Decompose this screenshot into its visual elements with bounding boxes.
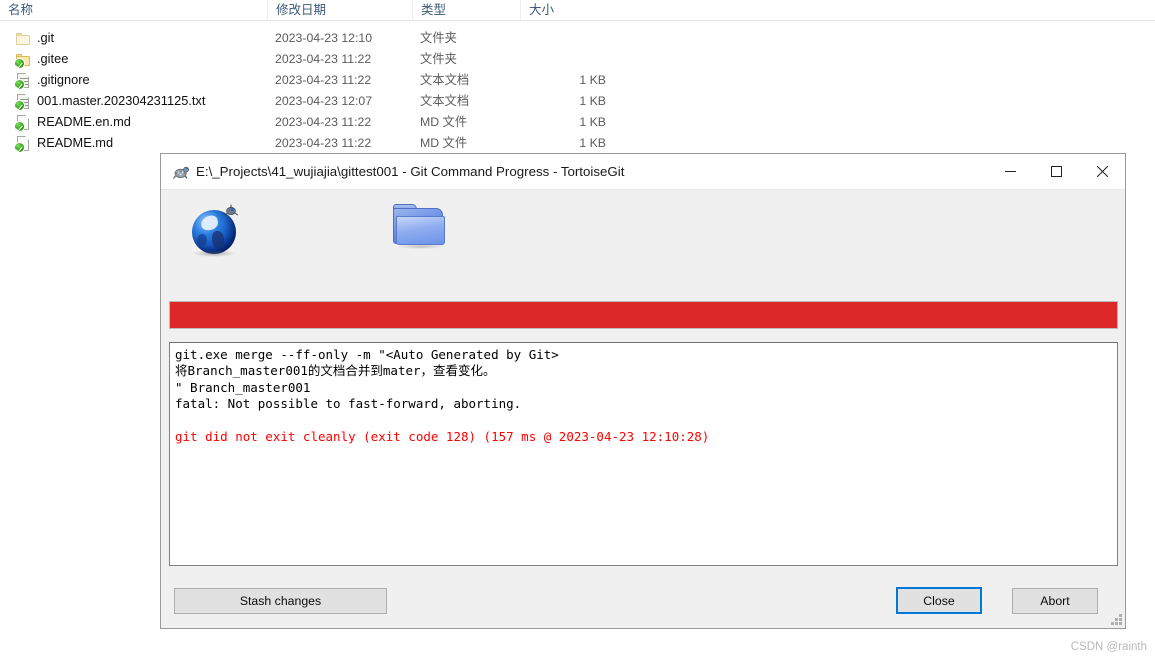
- file-type: 文件夹: [420, 52, 457, 66]
- globe-satellite-icon: [188, 200, 246, 258]
- file-date: 2023-04-23 12:07: [275, 94, 373, 108]
- log-line: git.exe merge --ff-only -m "<Auto Genera…: [175, 347, 559, 362]
- progress-bar: [169, 301, 1118, 329]
- log-line: 将Branch_master001的文档合并到mater，查看变化。: [175, 363, 496, 379]
- file-size: 1 KB: [579, 115, 606, 129]
- file-size: [520, 49, 606, 70]
- green-check-icon: [14, 121, 25, 132]
- file-name: README.en.md: [37, 114, 131, 129]
- file-name: .gitee: [37, 51, 69, 66]
- close-button[interactable]: [1079, 154, 1125, 189]
- md-file-icon: [14, 136, 31, 153]
- file-date: 2023-04-23 11:22: [275, 52, 372, 66]
- column-header-size[interactable]: 大小: [520, 0, 615, 21]
- green-check-icon: [14, 100, 25, 111]
- log-line-blank: [175, 413, 1112, 429]
- green-check-icon: [14, 58, 25, 69]
- watermark: CSDN @rainth: [1070, 641, 1147, 653]
- file-date: 2023-04-23 12:10: [275, 31, 373, 45]
- minimize-button[interactable]: [987, 154, 1033, 189]
- maximize-button[interactable]: [1033, 154, 1079, 189]
- md-file-icon: [14, 115, 31, 132]
- log-line-error: git did not exit cleanly (exit code 128)…: [175, 429, 710, 445]
- stash-changes-button[interactable]: Stash changes: [174, 588, 387, 614]
- dialog-title: E:\_Projects\41_wujiajia\gittest001 - Gi…: [196, 164, 625, 179]
- file-name: .git: [37, 30, 55, 45]
- table-row[interactable]: README.en.md 2023-04-23 11:22 MD 文件 1 KB: [0, 112, 1155, 133]
- git-command-progress-dialog: E:\_Projects\41_wujiajia\gittest001 - Gi…: [160, 153, 1126, 629]
- text-file-icon: [14, 94, 31, 111]
- resize-grip-icon[interactable]: [1110, 613, 1122, 625]
- file-name: .gitignore: [37, 72, 90, 87]
- file-name: 001.master.202304231125.txt: [37, 93, 206, 108]
- table-row[interactable]: .gitee 2023-04-23 11:22 文件夹: [0, 49, 1155, 70]
- file-size: 1 KB: [579, 73, 606, 87]
- file-type: 文本文档: [420, 94, 470, 108]
- file-type: MD 文件: [420, 115, 468, 129]
- file-date: 2023-04-23 11:22: [275, 136, 372, 150]
- tortoisegit-turtle-icon: [172, 163, 190, 181]
- file-date: 2023-04-23 11:22: [275, 73, 372, 87]
- table-row[interactable]: README.md 2023-04-23 11:22 MD 文件 1 KB: [0, 133, 1155, 154]
- file-type: 文本文档: [420, 73, 470, 87]
- text-file-icon: [14, 73, 31, 90]
- dialog-titlebar[interactable]: E:\_Projects\41_wujiajia\gittest001 - Gi…: [161, 154, 1125, 190]
- folder-plain-icon: [15, 31, 31, 47]
- table-row[interactable]: .git 2023-04-23 12:10 文件夹: [0, 28, 1155, 49]
- blue-folder-icon: [393, 204, 445, 249]
- column-header-name[interactable]: 名称: [0, 0, 267, 21]
- table-row[interactable]: .gitignore 2023-04-23 11:22 文本文档 1 KB: [0, 70, 1155, 91]
- column-header-type[interactable]: 类型: [412, 0, 520, 21]
- file-type: 文件夹: [420, 31, 457, 45]
- folder-icon: [14, 52, 31, 69]
- column-header-date-modified[interactable]: 修改日期: [267, 0, 412, 21]
- table-row[interactable]: 001.master.202304231125.txt 2023-04-23 1…: [0, 91, 1155, 112]
- animation-icon-strip: [162, 190, 1124, 293]
- close-dialog-button[interactable]: Close: [896, 587, 982, 614]
- file-type: MD 文件: [420, 136, 468, 150]
- green-check-icon: [14, 79, 25, 90]
- abort-button[interactable]: Abort: [1012, 588, 1098, 614]
- progress-bar-fill: [170, 302, 1117, 328]
- command-output-log[interactable]: git.exe merge --ff-only -m "<Auto Genera…: [169, 342, 1118, 566]
- file-date: 2023-04-23 11:22: [275, 115, 372, 129]
- file-size: 1 KB: [579, 94, 606, 108]
- file-size: 1 KB: [579, 136, 606, 150]
- column-header-row: 名称 修改日期 类型 大小: [0, 0, 1155, 21]
- file-size: [520, 28, 606, 49]
- file-name: README.md: [37, 135, 114, 150]
- green-check-icon: [14, 142, 25, 153]
- log-line: fatal: Not possible to fast-forward, abo…: [175, 396, 522, 412]
- log-line: " Branch_master001: [175, 379, 311, 395]
